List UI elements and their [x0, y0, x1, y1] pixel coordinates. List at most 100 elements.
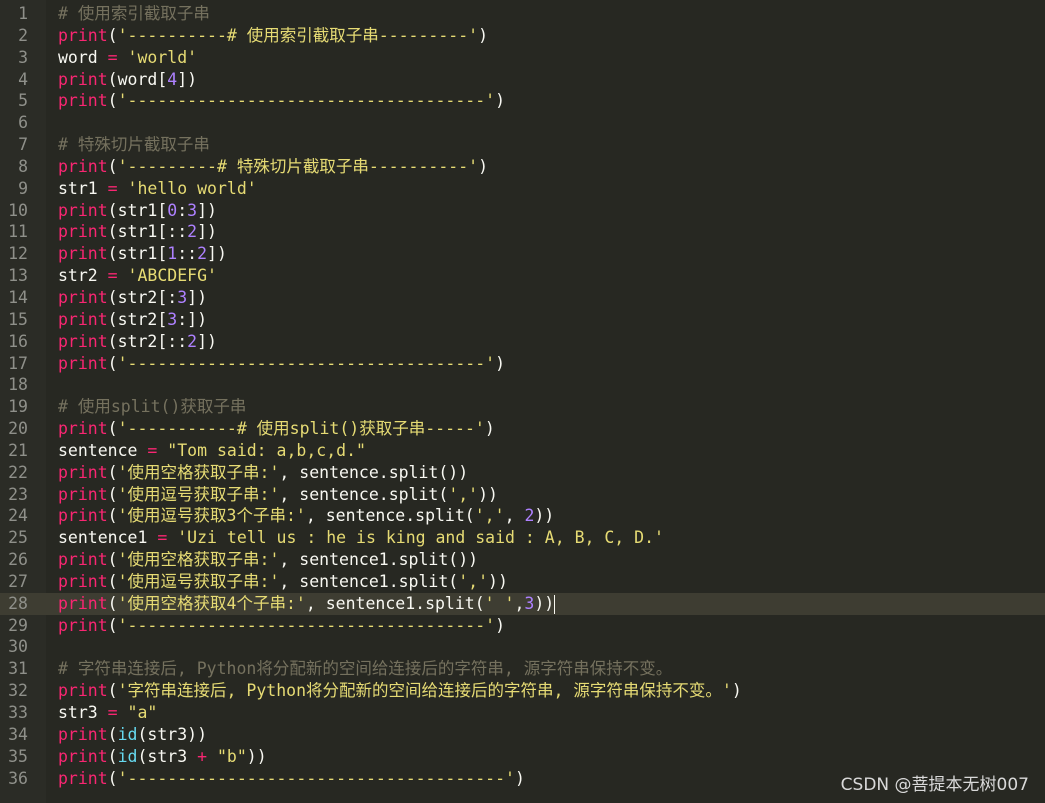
code-line[interactable]: 7 # 特殊切片截取子串 — [0, 134, 1045, 156]
code-token: ]) — [197, 222, 217, 242]
code-line[interactable]: 4 print(word[4]) — [0, 69, 1045, 91]
code-text[interactable]: print('---------# 特殊切片截取子串----------') — [58, 156, 488, 178]
code-line[interactable]: 27 print('使用逗号获取子串:', sentence1.split(','… — [0, 571, 1045, 593]
code-text[interactable]: print(str2[::2]) — [58, 331, 217, 353]
code-text[interactable]: print(str2[3:]) — [58, 309, 207, 331]
code-line[interactable]: 22 print('使用空格获取子串:', sentence.split()) — [0, 462, 1045, 484]
code-token: = — [107, 178, 118, 198]
code-text[interactable]: # 使用索引截取子串 — [58, 3, 210, 25]
code-text[interactable]: print('-----------# 使用split()获取子串-----') — [58, 418, 495, 440]
code-text[interactable]: print('使用空格获取子串:', sentence1.split()) — [58, 549, 478, 571]
code-line[interactable]: 21 sentence = "Tom said: a,b,c,d." — [0, 440, 1045, 462]
code-text[interactable]: print(word[4]) — [58, 69, 197, 91]
code-line[interactable]: 2 print('----------# 使用索引截取子串---------') — [0, 25, 1045, 47]
code-line[interactable]: 5 print('--------------------------------… — [0, 90, 1045, 112]
code-line[interactable]: 9 str1 = 'hello world' — [0, 178, 1045, 200]
code-line[interactable]: 13 str2 = 'ABCDEFG' — [0, 265, 1045, 287]
code-token: ( — [107, 156, 118, 176]
code-token: 2 — [187, 331, 198, 351]
code-line[interactable]: 20 print('-----------# 使用split()获取子串-----… — [0, 418, 1045, 440]
line-number: 31 — [8, 659, 28, 679]
code-line[interactable]: 8 print('---------# 特殊切片截取子串----------') — [0, 156, 1045, 178]
line-number: 16 — [8, 331, 28, 351]
code-token: '---------# 特殊切片截取子串----------' — [117, 156, 479, 176]
code-text[interactable]: print('使用逗号获取子串:', sentence.split(',')) — [58, 484, 498, 506]
code-line[interactable]: 34 print(id(str3)) — [0, 724, 1045, 746]
code-text[interactable]: print('使用空格获取4个子串:', sentence1.split(' '… — [58, 593, 556, 615]
code-token: + — [197, 746, 208, 766]
code-line[interactable]: 23 print('使用逗号获取子串:', sentence.split(',')… — [0, 484, 1045, 506]
code-text[interactable]: print(str1[0:3]) — [58, 200, 217, 222]
code-editor[interactable]: 1 # 使用索引截取子串 2 print('----------# 使用索引截取子串-… — [0, 0, 1045, 803]
code-text[interactable]: # 字符串连接后, Python将分配新的空间给连接后的字符串, 源字符串保持不… — [58, 658, 672, 680]
code-line[interactable]: 14 print(str2[:3]) — [0, 287, 1045, 309]
line-number: 22 — [8, 462, 28, 482]
code-text[interactable]: print('---------------------------------… — [58, 90, 505, 112]
code-line[interactable]: 10 print(str1[0:3]) — [0, 200, 1045, 222]
code-token: , sentence.split( — [305, 506, 475, 526]
code-text[interactable]: # 使用split()获取子串 — [58, 396, 246, 418]
code-token: ',' — [448, 484, 479, 504]
code-text[interactable]: print(id(str3)) — [58, 724, 207, 746]
code-line[interactable]: 11 print(str1[::2]) — [0, 221, 1045, 243]
code-token: '--------------------------------------' — [117, 768, 515, 788]
code-text[interactable]: print('---------------------------------… — [58, 615, 505, 637]
code-line[interactable]: 31 # 字符串连接后, Python将分配新的空间给连接后的字符串, 源字符串保… — [0, 658, 1045, 680]
line-number: 34 — [8, 724, 28, 744]
code-line[interactable]: 3 word = 'world' — [0, 47, 1045, 69]
code-line[interactable]: 16 print(str2[::2]) — [0, 331, 1045, 353]
code-token: "b" — [216, 746, 247, 766]
code-line[interactable]: 29 print('-------------------------------… — [0, 615, 1045, 637]
code-text[interactable]: str3 = "a" — [58, 702, 157, 724]
code-token: print — [58, 681, 108, 701]
code-text[interactable]: print('字符串连接后, Python将分配新的空间给连接后的字符串, 源字… — [58, 680, 742, 702]
code-token: print — [58, 419, 108, 439]
line-number: 14 — [8, 287, 28, 307]
code-text[interactable]: print('---------------------------------… — [58, 353, 505, 375]
code-text[interactable]: print(str1[1::2]) — [58, 243, 227, 265]
code-line[interactable]: 30 — [0, 636, 1045, 658]
code-text[interactable]: sentence1 = 'Uzi tell us : he is king an… — [58, 527, 664, 549]
code-line[interactable]: 15 print(str2[3:]) — [0, 309, 1045, 331]
code-token: 1 — [167, 244, 178, 264]
code-line[interactable]: 25 sentence1 = 'Uzi tell us : he is king … — [0, 527, 1045, 549]
code-token: print — [58, 91, 108, 111]
code-text[interactable]: sentence = "Tom said: a,b,c,d." — [58, 440, 366, 462]
code-token: = — [147, 440, 158, 460]
code-text[interactable]: print('----------# 使用索引截取子串---------') — [58, 25, 488, 47]
code-line[interactable]: 6 — [0, 112, 1045, 134]
code-line[interactable]: 33 str3 = "a" — [0, 702, 1045, 724]
code-text[interactable]: print(str1[::2]) — [58, 221, 217, 243]
code-line[interactable]: 12 print(str1[1::2]) — [0, 243, 1045, 265]
code-text[interactable]: str1 = 'hello world' — [58, 178, 257, 200]
code-line[interactable]: 32 print('字符串连接后, Python将分配新的空间给连接后的字符串, … — [0, 680, 1045, 702]
code-line[interactable]: 28 print('使用空格获取4个子串:', sentence1.split('… — [0, 592, 1045, 615]
code-token: (str2[: — [107, 287, 178, 307]
code-lines[interactable]: 1 # 使用索引截取子串 2 print('----------# 使用索引截取子串-… — [0, 3, 1045, 789]
code-line[interactable]: 35 print(id(str3 + "b")) — [0, 746, 1045, 768]
code-token: ) — [478, 156, 489, 176]
code-line[interactable]: 24 print('使用逗号获取3个子串:', sentence.split(',… — [0, 505, 1045, 527]
code-text[interactable]: print(id(str3 + "b")) — [58, 746, 267, 768]
code-token: 3 — [187, 200, 198, 220]
code-token: ]) — [187, 287, 208, 307]
code-text[interactable]: word = 'world' — [58, 47, 197, 69]
code-line[interactable]: 18 — [0, 374, 1045, 396]
code-text[interactable]: print('使用逗号获取子串:', sentence1.split(',')) — [58, 571, 508, 593]
code-text[interactable]: print('---------------------------------… — [58, 768, 525, 790]
line-number: 12 — [8, 244, 28, 264]
code-text[interactable]: print(str2[:3]) — [58, 287, 207, 309]
code-text[interactable]: # 特殊切片截取子串 — [58, 134, 210, 156]
code-line[interactable]: 26 print('使用空格获取子串:', sentence1.split()) — [0, 549, 1045, 571]
code-text[interactable]: str2 = 'ABCDEFG' — [58, 265, 217, 287]
code-text[interactable]: print('使用空格获取子串:', sentence.split()) — [58, 462, 468, 484]
code-token: )) — [478, 484, 498, 504]
code-token: , sentence.split( — [279, 484, 449, 504]
line-number: 1 — [18, 4, 28, 23]
code-line[interactable]: 17 print('-------------------------------… — [0, 353, 1045, 375]
code-line[interactable]: 19 # 使用split()获取子串 — [0, 396, 1045, 418]
code-line[interactable]: 1 # 使用索引截取子串 — [0, 3, 1045, 25]
code-text[interactable]: print('使用逗号获取3个子串:', sentence.split(',',… — [58, 505, 554, 527]
